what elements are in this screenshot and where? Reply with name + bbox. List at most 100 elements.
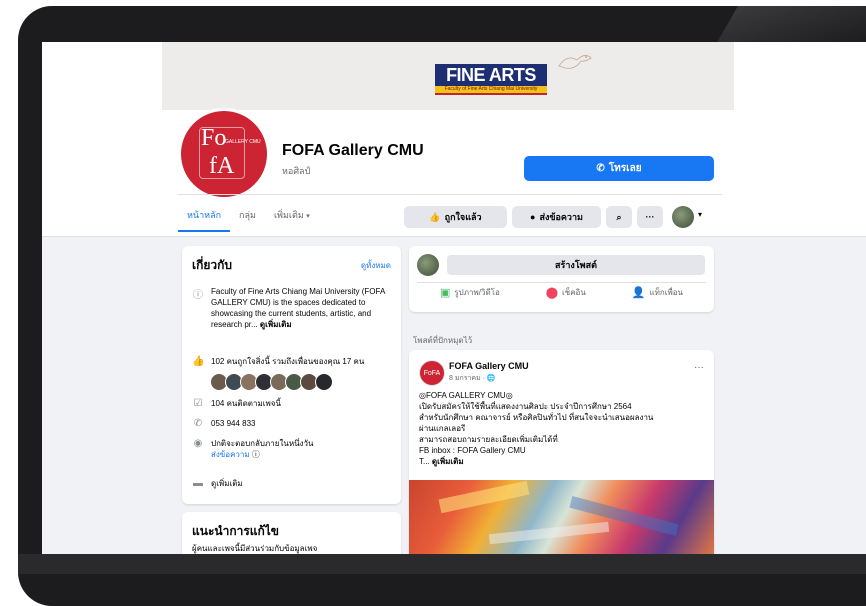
about-description-row: ⓘ Faculty of Fine Arts Chiang Mai Univer… [192, 286, 392, 330]
more-options-button[interactable]: ··· [637, 206, 663, 228]
message-label: ส่งข้อความ [539, 212, 583, 222]
tab-home-label: หน้าหลัก [187, 210, 222, 220]
create-post-button[interactable]: สร้างโพสต์ [447, 255, 705, 275]
post-composer: สร้างโพสต์ ▣ รูปภาพ/วิดีโอ ⬤ เช็คอิน 👤 แ… [409, 246, 714, 312]
checkin-option[interactable]: ⬤ เช็คอิน [546, 286, 586, 299]
composer-options: ▣ รูปภาพ/วิดีโอ ⬤ เช็คอิน 👤 แท็กเพื่อน [417, 286, 706, 299]
followers-row: ☑ 104 คนติดตามเพจนี้ [192, 398, 392, 409]
composer-avatar[interactable] [417, 254, 439, 276]
page-actions: 👍 ถูกใจแล้ว ● ส่งข้อความ ⌕ ··· [404, 206, 663, 228]
post-author-name[interactable]: FOFA Gallery CMU [449, 361, 529, 371]
page-title: FOFA Gallery CMU [282, 142, 424, 159]
logo-subtitle: Faculty of Fine Arts Chiang Mai Universi… [435, 86, 547, 93]
about-card: เกี่ยวกับ ดูทั้งหมด ⓘ Faculty of Fine Ar… [182, 246, 401, 504]
phone-icon: ✆ [193, 418, 203, 429]
post-more-icon[interactable]: ··· [694, 362, 704, 373]
logo-word-arts: ARTS [488, 65, 537, 85]
logo-text: FINE ARTS [435, 64, 547, 86]
call-now-label: โทรเลย [608, 163, 642, 174]
see-more-row: ▬ ดูเพิ่มเติม [192, 478, 392, 489]
about-see-all-link[interactable]: ดูทั้งหมด [361, 259, 391, 272]
tag-friends-label: แท็กเพื่อน [649, 288, 684, 297]
info-icon: ⓘ [251, 450, 260, 459]
phone-row: ✆ 053 944 833 [192, 418, 392, 429]
page-category[interactable]: หอศิลป์ [282, 164, 310, 178]
avatar-text-fa: fA [209, 153, 235, 179]
likes-row: 👍 102 คนถูกใจสิ่งนี้ รวมถึงเพื่อนของคุณ … [192, 356, 392, 367]
avatar-text-fo: Fo [201, 125, 227, 151]
photo-icon: ▣ [439, 287, 451, 299]
more-folder-icon: ▬ [193, 478, 203, 489]
nav-divider [178, 194, 722, 195]
post-truncated: T... [419, 457, 430, 466]
response-info: ปกติจะตอบกลับภายในหนึ่งวัน ส่งข้อความ ⓘ [211, 438, 313, 460]
response-row: ◉ ปกติจะตอบกลับภายในหนึ่งวัน ส่งข้อความ ⓘ [192, 438, 392, 460]
location-pin-icon: ⬤ [545, 287, 559, 299]
about-more-link[interactable]: ดูเพิ่มเติม [211, 478, 243, 489]
call-now-button[interactable]: ✆ โทรเลย [524, 156, 714, 181]
composer-divider [417, 282, 706, 283]
acting-as-avatar[interactable] [672, 206, 694, 228]
paint-streak [438, 480, 530, 514]
suggest-edits-card: แนะนำการแก้ไข ผู้คนและเพจนี้มีส่วนร่วมกั… [182, 512, 401, 554]
tag-friends-option[interactable]: 👤 แท็กเพื่อน [632, 286, 683, 299]
followers-text: 104 คนติดตามเพจนี้ [211, 399, 281, 408]
tab-more-label: เพิ่มเติม [273, 210, 304, 220]
tag-people-icon: 👤 [631, 287, 646, 299]
more-icon: ··· [645, 212, 655, 222]
likes-text[interactable]: 102 คนถูกใจสิ่งนี้ รวมถึงเพื่อนของคุณ 17… [211, 356, 364, 367]
post-line: สามารถสอบถามรายละเอียดเพิ่มเติมได้ที่ [419, 435, 558, 444]
page-tabs: หน้าหลัก กลุ่ม เพิ่มเติม ▾ [178, 202, 319, 232]
suggest-edits-title: แนะนำการแก้ไข [192, 524, 280, 538]
about-description-text: Faculty of Fine Arts Chiang Mai Universi… [211, 287, 385, 329]
search-icon: ⌕ [616, 211, 622, 222]
post-line: สำหรับนักศึกษา คณาจารย์ หรือศิลปินทั่วไป… [419, 413, 654, 422]
checkin-label: เช็คอิน [562, 288, 586, 297]
post-line: ผ่านแกลเลอรี [419, 424, 466, 433]
tab-groups-label: กลุ่ม [239, 210, 256, 220]
messenger-icon: ● [530, 212, 536, 222]
about-see-more[interactable]: ดูเพิ่มเติม [260, 320, 292, 329]
tab-groups[interactable]: กลุ่ม [230, 202, 265, 232]
thumbs-up-icon: 👍 [429, 211, 441, 222]
phone-icon: ✆ [596, 163, 605, 174]
follow-check-icon: ☑ [193, 398, 203, 409]
post-timestamp[interactable]: 8 มกราคม · 🌐 [449, 373, 496, 384]
about-description: Faculty of Fine Arts Chiang Mai Universi… [211, 286, 392, 330]
liked-button[interactable]: 👍 ถูกใจแล้ว [404, 206, 507, 228]
liked-label: ถูกใจแล้ว [444, 212, 482, 222]
friend-avatars[interactable] [210, 373, 333, 391]
sketch-bird-icon [558, 55, 592, 69]
friend-avatar [315, 373, 333, 391]
message-button[interactable]: ● ส่งข้อความ [512, 206, 601, 228]
suggest-edits-text: ผู้คนและเพจนี้มีส่วนร่วมกับข้อมูลเพจ [192, 544, 318, 553]
post-image[interactable] [409, 480, 714, 554]
fine-arts-logo: FINE ARTS Faculty of Fine Arts Chiang Ma… [435, 64, 547, 95]
photo-video-option[interactable]: ▣ รูปภาพ/วิดีโอ [440, 286, 500, 299]
search-button[interactable]: ⌕ [606, 206, 632, 228]
post-line: FB inbox : FOFA Gallery CMU [419, 446, 526, 455]
post-author-avatar[interactable]: FoFA [419, 360, 445, 386]
post-see-more[interactable]: ดูเพิ่มเติม [432, 457, 464, 466]
chevron-down-icon: ▾ [306, 213, 310, 220]
pinned-post: FoFA FOFA Gallery CMU 8 มกราคม · 🌐 ··· ◎… [409, 350, 714, 554]
thumbs-up-icon: 👍 [192, 356, 205, 367]
about-title: เกี่ยวกับ [192, 258, 233, 272]
tab-more[interactable]: เพิ่มเติม ▾ [265, 202, 319, 232]
messenger-icon: ◉ [193, 438, 203, 449]
avatar-text-gallery: GALLERY CMU [225, 139, 261, 145]
browser-screen: FINE ARTS Faculty of Fine Arts Chiang Ma… [42, 42, 866, 554]
photo-video-label: รูปภาพ/วิดีโอ [454, 288, 500, 297]
logo-word-fine: FINE [446, 65, 486, 85]
paint-streak [488, 521, 610, 545]
chevron-down-icon[interactable]: ▾ [698, 210, 702, 219]
post-line-last: T... ดูเพิ่มเติม [419, 456, 704, 467]
send-message-link[interactable]: ส่งข้อความ [211, 450, 250, 459]
post-line: เปิดรับสมัครให้ใช้พื้นที่แสดงงานศิลปะ ปร… [419, 402, 632, 411]
tab-home[interactable]: หน้าหลัก [178, 202, 231, 232]
cover-photo[interactable]: FINE ARTS Faculty of Fine Arts Chiang Ma… [162, 42, 734, 110]
phone-number[interactable]: 053 944 833 [211, 418, 256, 429]
logo-bar [435, 93, 547, 95]
post-line: ◎FOFA GALLERY CMU◎ [419, 391, 513, 400]
page-avatar[interactable]: Fo GALLERY CMU fA [178, 108, 270, 200]
